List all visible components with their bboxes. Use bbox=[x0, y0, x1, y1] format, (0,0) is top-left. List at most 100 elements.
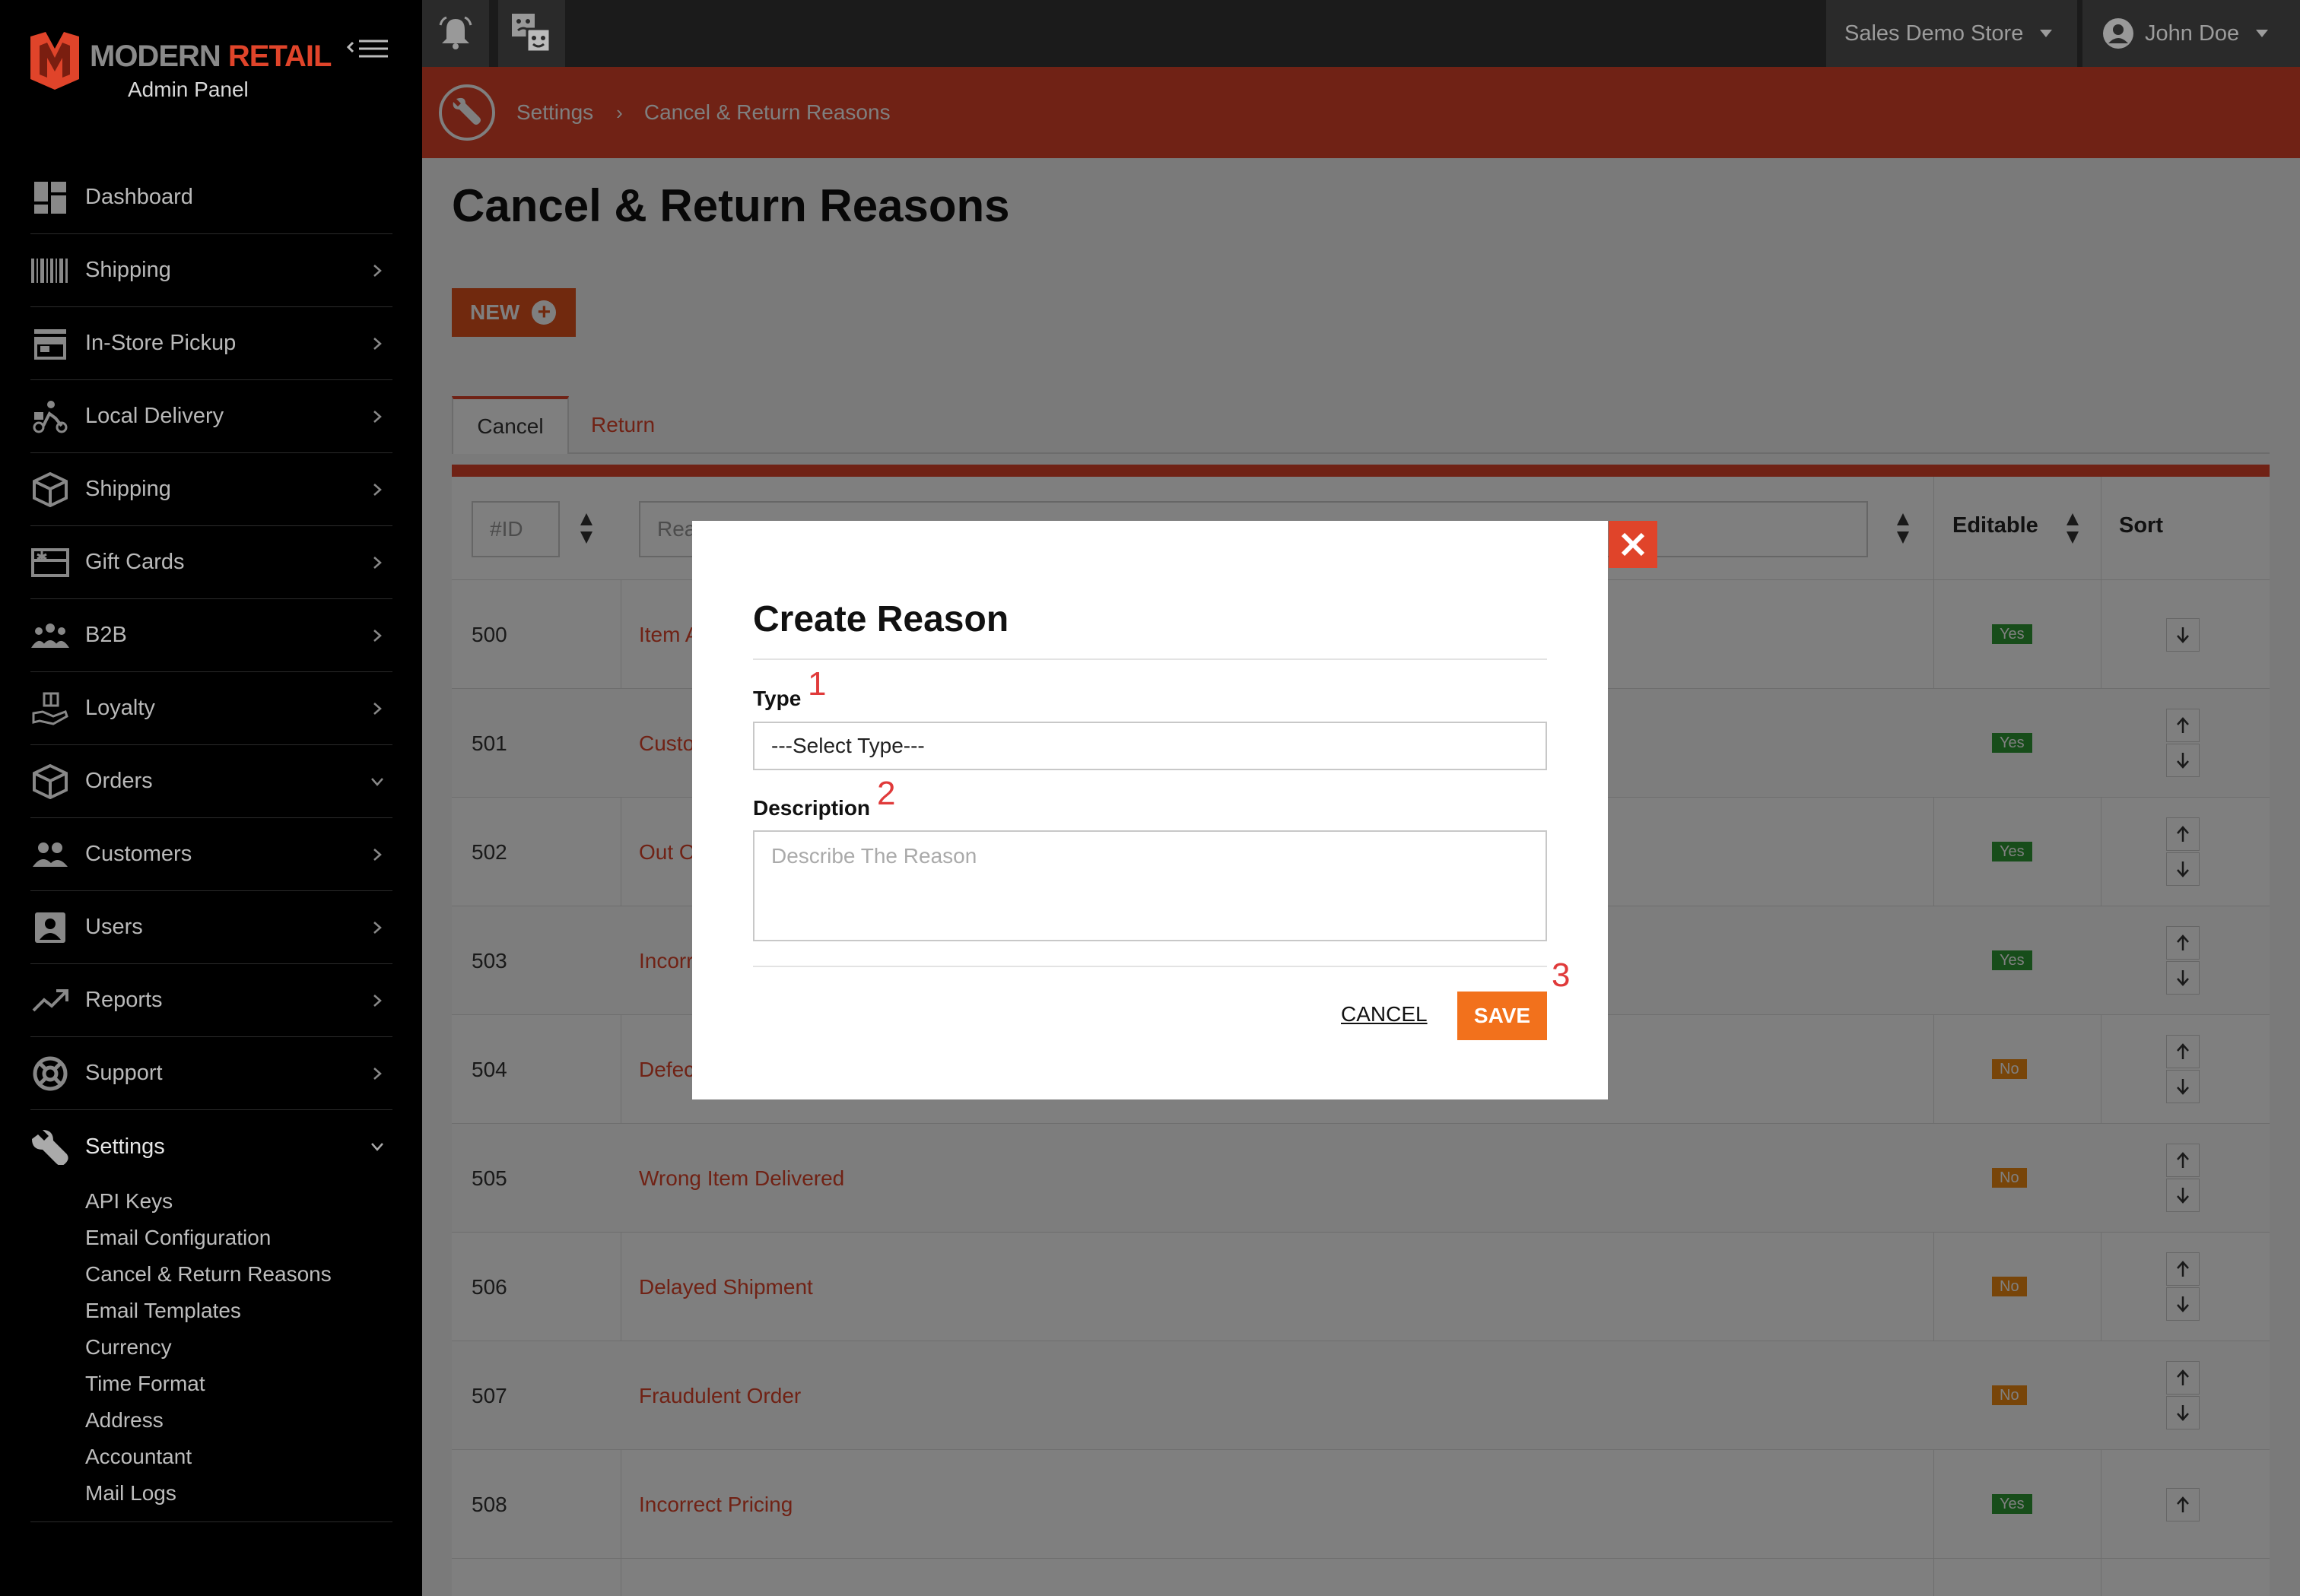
sidebar-item-label: Gift Cards bbox=[85, 550, 185, 574]
user-badge-icon bbox=[30, 908, 70, 947]
dashboard-icon bbox=[30, 178, 70, 217]
type-label: Type bbox=[753, 687, 802, 710]
box-icon bbox=[30, 470, 70, 509]
chevron-right-icon bbox=[373, 483, 382, 496]
user-name: John Doe bbox=[2145, 21, 2240, 46]
logo[interactable]: MODERN RETAIL Admin Panel bbox=[30, 27, 332, 103]
subnav-item-api-keys[interactable]: API Keys bbox=[85, 1183, 332, 1220]
sidebar: MODERN RETAIL Admin Panel Dashboard Ship… bbox=[0, 0, 422, 1596]
chevron-right-icon bbox=[373, 921, 382, 934]
subnav-item-currency[interactable]: Currency bbox=[85, 1329, 332, 1366]
sidebar-item-local-delivery[interactable]: Local Delivery bbox=[30, 380, 392, 453]
logo-mark-icon bbox=[30, 32, 79, 90]
sidebar-item-label: Settings bbox=[85, 1134, 165, 1159]
lifebuoy-icon bbox=[30, 1054, 70, 1093]
sidebar-item-b2b[interactable]: B2B bbox=[30, 599, 392, 672]
sidebar-item-users[interactable]: Users bbox=[30, 891, 392, 964]
sidebar-item-label: Reports bbox=[85, 988, 163, 1012]
store-icon bbox=[30, 324, 70, 363]
sidebar-item-label: Shipping bbox=[85, 258, 171, 282]
subnav-item-address[interactable]: Address bbox=[85, 1402, 332, 1439]
modal-title: Create Reason bbox=[753, 599, 1009, 639]
sidebar-item-label: Dashboard bbox=[85, 185, 193, 209]
sidebar-item-orders[interactable]: Orders bbox=[30, 745, 392, 818]
divider bbox=[753, 658, 1547, 660]
settings-subnav: API Keys Email Configuration Cancel & Re… bbox=[85, 1183, 332, 1512]
close-icon bbox=[1621, 532, 1645, 557]
theater-masks-icon bbox=[512, 14, 551, 53]
sidebar-item-label: Orders bbox=[85, 769, 153, 793]
create-reason-modal: Create Reason Type 1 ---Select Type--- D… bbox=[692, 521, 1608, 1099]
sidebar-item-dashboard[interactable]: Dashboard bbox=[30, 161, 392, 234]
notifications-button[interactable] bbox=[422, 0, 489, 67]
step-number: 2 bbox=[877, 775, 896, 812]
people-icon bbox=[30, 835, 70, 874]
logo-subtitle: Admin Panel bbox=[128, 78, 249, 101]
divider bbox=[30, 1521, 392, 1522]
collapse-menu-icon[interactable] bbox=[345, 33, 391, 64]
subnav-item-mail-logs[interactable]: Mail Logs bbox=[85, 1475, 332, 1512]
sidebar-item-reports[interactable]: Reports bbox=[30, 964, 392, 1037]
wrench-icon bbox=[30, 1127, 70, 1166]
caret-down-icon bbox=[2040, 30, 2053, 37]
sidebar-item-gift-cards[interactable]: Gift Cards bbox=[30, 526, 392, 599]
sidebar-item-label: In-Store Pickup bbox=[85, 331, 237, 355]
step-number: 1 bbox=[808, 665, 827, 703]
bell-icon bbox=[439, 16, 472, 49]
sidebar-item-label: Loyalty bbox=[85, 696, 155, 720]
chevron-down-icon bbox=[371, 777, 383, 786]
sidebar-item-settings[interactable]: Settings bbox=[30, 1110, 392, 1183]
subnav-item-email-templates[interactable]: Email Templates bbox=[85, 1293, 332, 1329]
sidebar-item-label: B2B bbox=[85, 623, 127, 647]
subnav-item-accountant[interactable]: Accountant bbox=[85, 1439, 332, 1475]
step-number: 3 bbox=[1552, 957, 1571, 994]
description-textarea[interactable]: Describe The Reason bbox=[753, 830, 1547, 941]
chevron-right-icon bbox=[373, 264, 382, 277]
logo-text: MODERN RETAIL bbox=[90, 40, 332, 73]
sidebar-item-label: Customers bbox=[85, 842, 192, 866]
chevron-right-icon bbox=[373, 556, 382, 569]
subnav-item-cancel-return-reasons[interactable]: Cancel & Return Reasons bbox=[85, 1256, 332, 1293]
sidebar-item-shipping-2[interactable]: Shipping bbox=[30, 453, 392, 526]
gift-card-icon bbox=[30, 543, 70, 582]
chevron-right-icon bbox=[373, 1067, 382, 1080]
barcode-icon bbox=[30, 251, 70, 290]
caret-down-icon bbox=[2256, 30, 2269, 37]
sidebar-item-label: Support bbox=[85, 1061, 163, 1085]
scooter-icon bbox=[30, 397, 70, 436]
theater-button[interactable] bbox=[498, 0, 565, 67]
divider bbox=[753, 966, 1547, 967]
type-select[interactable]: ---Select Type--- bbox=[753, 722, 1547, 770]
sidebar-nav: Dashboard Shipping In-Store Pickup Local… bbox=[30, 161, 392, 1183]
sidebar-item-label: Local Delivery bbox=[85, 404, 224, 428]
chevron-right-icon bbox=[373, 629, 382, 642]
group-icon bbox=[30, 616, 70, 655]
sidebar-item-in-store-pickup[interactable]: In-Store Pickup bbox=[30, 307, 392, 380]
sidebar-item-shipping[interactable]: Shipping bbox=[30, 234, 392, 307]
subnav-item-email-configuration[interactable]: Email Configuration bbox=[85, 1220, 332, 1256]
chevron-right-icon bbox=[373, 410, 382, 423]
user-avatar-icon bbox=[2103, 18, 2133, 49]
subnav-item-time-format[interactable]: Time Format bbox=[85, 1366, 332, 1402]
sidebar-item-label: Shipping bbox=[85, 477, 171, 501]
topbar: Sales Demo Store John Doe bbox=[422, 0, 2300, 67]
chevron-right-icon bbox=[373, 337, 382, 350]
chevron-down-icon bbox=[371, 1143, 383, 1151]
cancel-button[interactable]: CANCEL bbox=[1341, 1002, 1428, 1026]
box-icon bbox=[30, 762, 70, 801]
sidebar-item-label: Users bbox=[85, 915, 143, 939]
user-menu[interactable]: John Doe bbox=[2082, 0, 2300, 67]
close-modal-button[interactable] bbox=[1609, 521, 1657, 568]
chevron-right-icon bbox=[373, 702, 382, 715]
loyalty-icon bbox=[30, 689, 70, 728]
sidebar-item-support[interactable]: Support bbox=[30, 1037, 392, 1110]
chevron-right-icon bbox=[373, 848, 382, 861]
store-selector[interactable]: Sales Demo Store bbox=[1826, 0, 2077, 67]
sidebar-item-loyalty[interactable]: Loyalty bbox=[30, 672, 392, 745]
sidebar-item-customers[interactable]: Customers bbox=[30, 818, 392, 891]
save-button[interactable]: SAVE bbox=[1457, 992, 1547, 1040]
chevron-right-icon bbox=[373, 994, 382, 1007]
description-label: Description bbox=[753, 796, 871, 820]
store-name: Sales Demo Store bbox=[1844, 21, 2024, 46]
trend-icon bbox=[30, 981, 70, 1020]
